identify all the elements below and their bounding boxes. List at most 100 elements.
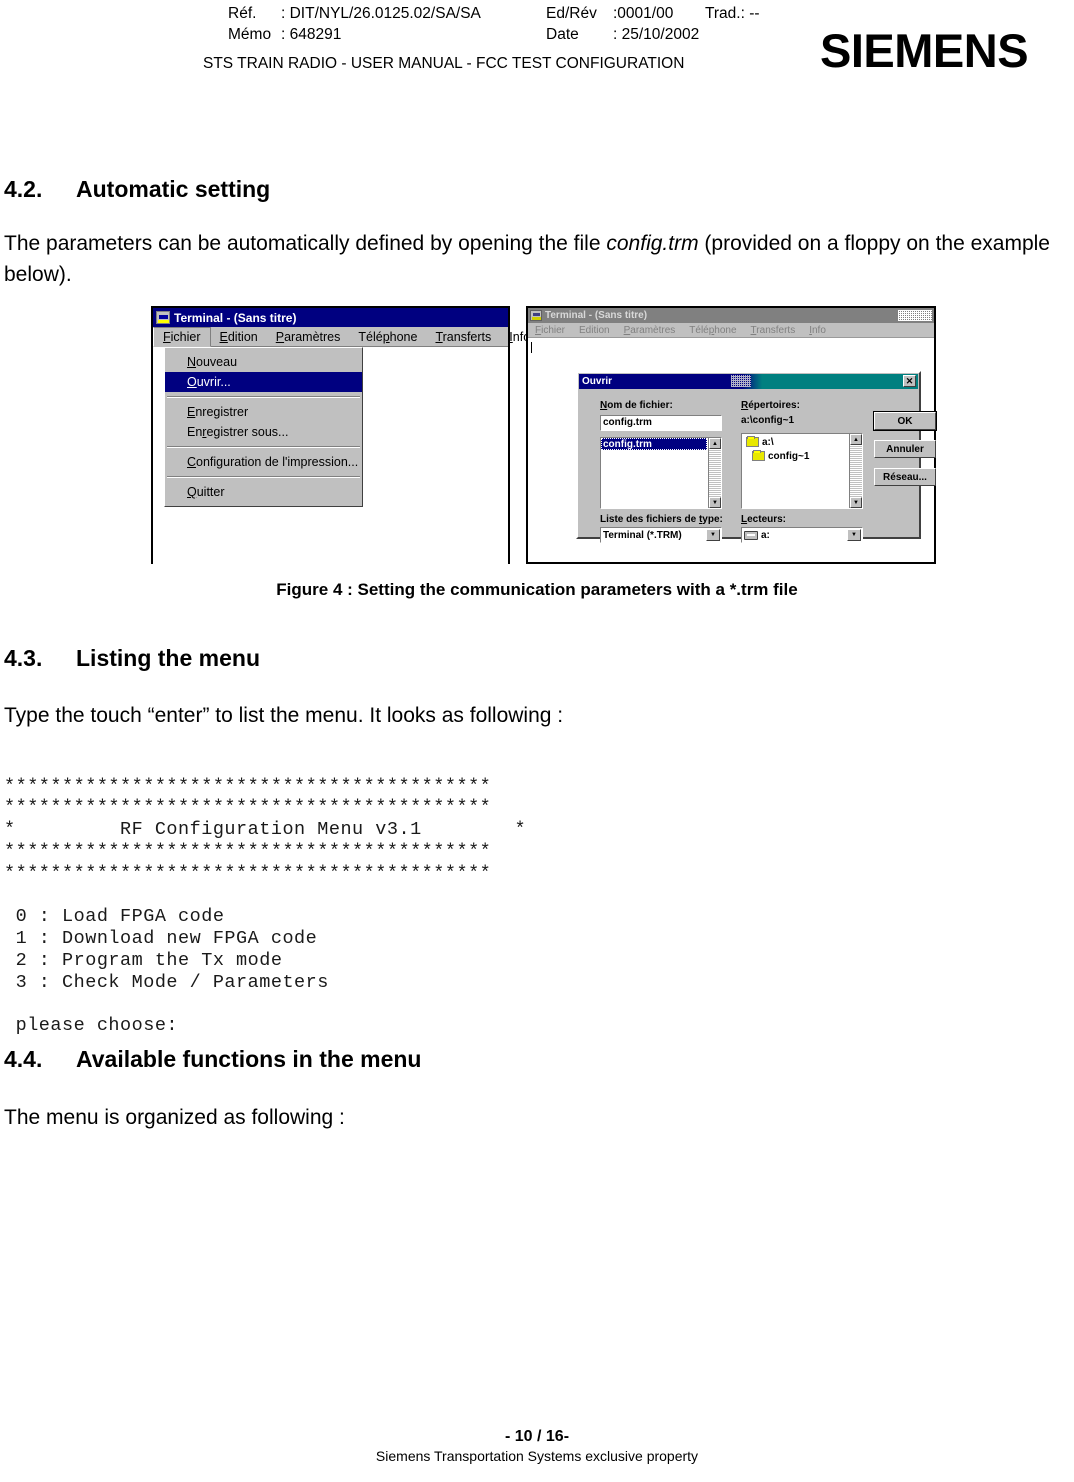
current-path: a:\config~1 [741,415,795,426]
edrev-value: :0001/00 [613,5,674,22]
paragraph-4-2: The parameters can be automatically defi… [4,228,1070,290]
scroll-up-icon[interactable]: ▲ [850,434,862,445]
menu-item-enregistrer-sous[interactable]: Enregistrer sous... [165,422,362,442]
menu-edition[interactable]: Edition [572,324,617,337]
copyright-note: Siemens Transportation Systems exclusive… [375,1448,699,1464]
menu-item-quitter[interactable]: Quitter [165,482,362,502]
drives-combobox[interactable]: a: ▼ [741,527,863,543]
menu-parametres[interactable]: Paramètres [617,324,683,337]
window-menubar: Fichier Edition Paramètres Téléphone Tra… [153,327,530,347]
menu-info[interactable]: Info [802,324,833,337]
ref-label: Réf. [228,5,257,22]
terminal-menu-listing: ****************************************… [4,775,527,1037]
menu-fichier[interactable]: Fichier [528,324,572,337]
titlebar-grip [898,310,932,321]
list-item-label: a:\ [762,436,774,448]
scroll-up-icon[interactable]: ▲ [709,438,721,449]
figure-caption: Figure 4 : Setting the communication par… [276,580,798,599]
edrev-label: Ed/Rév [546,5,597,22]
terminal-app-icon [156,311,170,324]
list-item[interactable]: config.trm [601,438,707,450]
section-title: Available functions in the menu [76,1046,422,1072]
drives-label: Lecteurs: [741,514,787,525]
dialog-titlebar: Ouvrir ✕ [579,374,918,389]
window-titlebar: Terminal - (Sans titre) [153,308,508,327]
list-item[interactable]: a:\ [744,436,848,448]
scroll-down-icon[interactable]: ▼ [850,497,862,508]
filename-input[interactable]: config.trm [600,415,722,431]
menu-item-configuration-impression[interactable]: Configuration de l'impression... [165,452,362,472]
section-number: 4.4. [4,1046,43,1072]
filetype-value: Terminal (*.TRM) [603,529,682,541]
close-icon[interactable]: ✕ [903,375,916,387]
menu-fichier[interactable]: Fichier [153,327,211,347]
menu-separator [167,396,360,398]
ouvrir-dialog: Ouvrir ✕ Nom de fichier: config.trm conf… [576,371,937,543]
date-label: Date [546,26,579,43]
menu-separator [167,476,360,478]
folder-open-icon [752,450,765,461]
section-number: 4.3. [4,645,43,671]
screenshot-terminal-open-dialog: Terminal - (Sans titre) Fichier Edition … [526,306,937,564]
paragraph-4-3: Type the touch “enter” to list the menu.… [4,704,564,727]
memo-value: : 648291 [281,26,342,43]
window-client-area: Ouvrir ✕ Nom de fichier: config.trm conf… [528,338,937,562]
document-title: STS TRAIN RADIO - USER MANUAL - FCC TEST… [203,55,685,72]
chevron-down-icon[interactable]: ▼ [706,529,720,541]
menu-item-ouvrir[interactable]: Ouvrir... [165,372,362,392]
terminal-app-icon [530,310,542,321]
filename-italic: config.trm [606,232,699,255]
list-item[interactable]: config~1 [750,450,848,462]
ref-value: : DIT/NYL/26.0125.02/SA/SA [281,5,481,22]
chevron-down-icon[interactable]: ▼ [847,529,861,541]
folder-open-icon [746,436,759,447]
paragraph-text-part1: The parameters can be automatically defi… [4,232,607,255]
window-client-area: Nouveau Ouvrir... Enregistrer Enregistre… [153,347,508,564]
page-footer: - 10 / 16- Siemens Transportation System… [0,1428,1074,1464]
cancel-button[interactable]: Annuler [874,440,936,458]
dialog-title-text: Ouvrir [582,376,613,387]
network-button[interactable]: Réseau... [874,468,936,486]
scroll-down-icon[interactable]: ▼ [709,497,721,508]
file-list-scrollbar[interactable]: ▲ ▼ [708,438,721,508]
filetype-combobox[interactable]: Terminal (*.TRM) ▼ [600,527,722,543]
text-caret [531,342,532,353]
floppy-drive-icon [744,530,758,540]
ok-button[interactable]: OK [873,411,937,431]
paragraph-4-4: The menu is organized as following : [4,1106,345,1129]
menu-item-enregistrer[interactable]: Enregistrer [165,402,362,422]
menu-telephone[interactable]: Téléphone [349,328,426,346]
window-menubar: Fichier Edition Paramètres Téléphone Tra… [528,323,934,338]
menu-transferts[interactable]: Transferts [426,328,500,346]
drives-value: a: [761,529,770,541]
filename-label: Nom de fichier: [600,400,673,411]
menu-parametres[interactable]: Paramètres [267,328,350,346]
file-listbox[interactable]: config.trm ▲ ▼ [600,437,722,509]
titlebar-grip [731,375,751,387]
menu-transferts[interactable]: Transferts [744,324,803,337]
section-heading-4-2: 4.2. Automatic setting [4,176,270,203]
menu-edition[interactable]: Edition [211,328,267,346]
siemens-logo: SIEMENS [820,24,1029,77]
filetype-label: Liste des fichiers de type: [600,514,723,525]
section-title: Listing the menu [76,645,260,671]
section-heading-4-4: 4.4. Available functions in the menu [4,1046,421,1073]
directories-label: Répertoires: [741,400,800,411]
fichier-dropdown-menu: Nouveau Ouvrir... Enregistrer Enregistre… [164,347,363,507]
page-number: - 10 / 16- [504,1428,570,1445]
page-header: Réf. : DIT/NYL/26.0125.02/SA/SA Mémo : 6… [0,0,1074,96]
window-title-text: Terminal - (Sans titre) [174,310,297,325]
window-title-text: Terminal - (Sans titre) [545,310,648,321]
directory-list-scrollbar[interactable]: ▲ ▼ [849,434,862,508]
directory-listbox[interactable]: a:\ config~1 ▲ ▼ [741,433,863,509]
menu-telephone[interactable]: Téléphone [682,324,743,337]
section-title: Automatic setting [76,176,271,202]
window-titlebar: Terminal - (Sans titre) [528,308,934,323]
screenshot-terminal-file-menu: Terminal - (Sans titre) Fichier Edition … [151,306,530,564]
dialog-body: Nom de fichier: config.trm config.trm ▲ … [578,390,937,543]
section-number: 4.2. [4,176,43,202]
list-item-label: config~1 [768,450,810,462]
section-heading-4-3: 4.3. Listing the menu [4,645,260,672]
date-value: : 25/10/2002 [613,26,700,43]
menu-item-nouveau[interactable]: Nouveau [165,352,362,372]
